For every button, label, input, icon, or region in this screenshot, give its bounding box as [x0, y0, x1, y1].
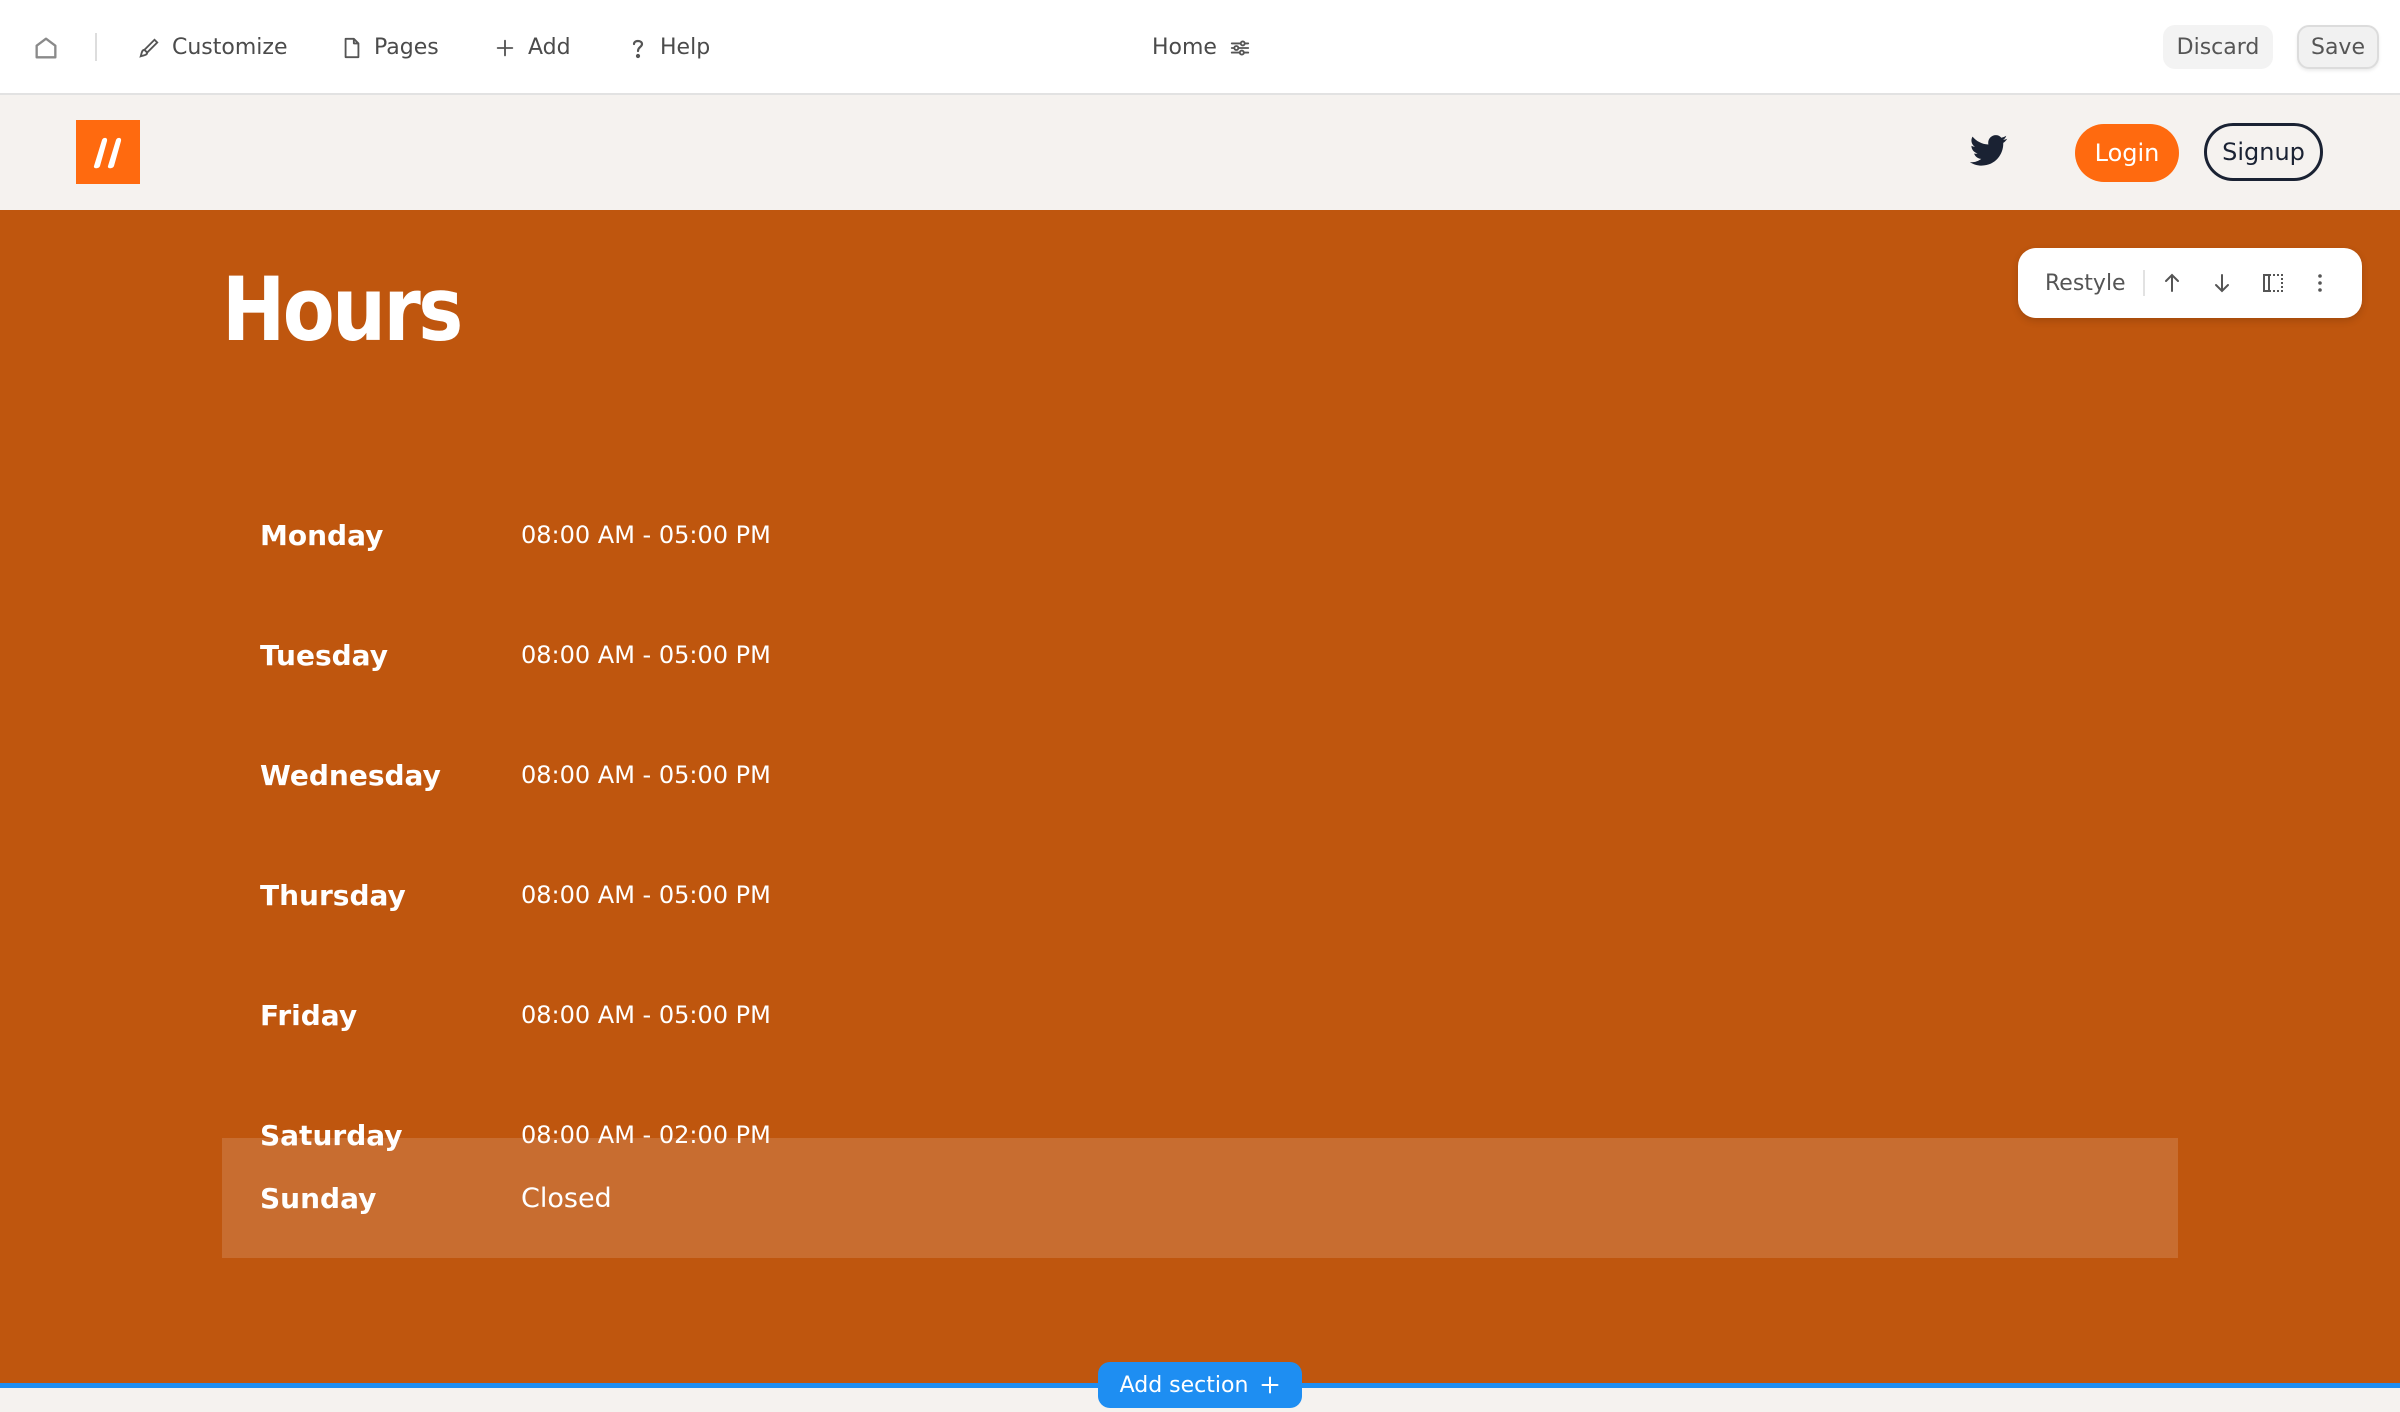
login-button[interactable]: Login — [2075, 124, 2179, 182]
restyle-button[interactable]: Restyle — [2045, 248, 2126, 318]
day-label: Sunday — [260, 1181, 377, 1215]
save-button[interactable]: Save — [2297, 25, 2379, 69]
time-range: 08:00 AM - 05:00 PM — [521, 1001, 771, 1029]
section-title: Hours — [222, 258, 463, 361]
hours-row-monday: Monday 08:00 AM - 05:00 PM — [222, 475, 2178, 595]
time-range: Closed — [521, 1182, 612, 1214]
page-settings-icon — [1230, 39, 1250, 56]
add-label: Add — [528, 35, 571, 60]
section-toolbar: Restyle — [2018, 248, 2362, 318]
twitter-icon[interactable] — [1970, 135, 2008, 167]
pages-label: Pages — [374, 35, 439, 60]
add-section-button[interactable]: Add section — [1098, 1362, 1302, 1408]
help-button[interactable]: Help — [628, 0, 710, 95]
time-range: 08:00 AM - 05:00 PM — [521, 521, 771, 549]
day-label: Monday — [260, 518, 384, 552]
pages-button[interactable]: Pages — [342, 0, 439, 95]
customize-button[interactable]: Customize — [138, 0, 287, 95]
discard-button[interactable]: Discard — [2163, 25, 2273, 69]
brush-icon — [139, 37, 159, 58]
editor-toolbar: Customize Pages Add Help Home Discard Sa… — [0, 0, 2400, 95]
home-icon — [35, 37, 57, 58]
add-section-label: Add section — [1119, 1372, 1249, 1398]
time-range: 08:00 AM - 05:00 PM — [521, 881, 771, 909]
plus-icon — [496, 39, 514, 56]
site-header: Login Signup — [0, 95, 2400, 210]
plus-icon — [1261, 1376, 1279, 1394]
hours-row-wednesday: Wednesday 08:00 AM - 05:00 PM — [222, 715, 2178, 835]
hours-row-tuesday: Tuesday 08:00 AM - 05:00 PM — [222, 595, 2178, 715]
logo-icon — [93, 137, 122, 169]
customize-label: Customize — [172, 35, 288, 60]
add-button[interactable]: Add — [494, 0, 571, 95]
time-range: 08:00 AM - 05:00 PM — [521, 761, 771, 789]
day-label: Tuesday — [260, 638, 388, 672]
time-range: 08:00 AM - 05:00 PM — [521, 641, 771, 669]
day-label: Thursday — [260, 878, 406, 912]
toolbar-divider — [2143, 270, 2145, 296]
home-button[interactable] — [32, 0, 60, 95]
question-icon — [632, 39, 644, 58]
page-icon — [344, 37, 360, 58]
current-page-label: Home — [1152, 35, 1217, 60]
arrow-up-icon[interactable] — [2160, 271, 2184, 295]
signup-button[interactable]: Signup — [2204, 123, 2323, 181]
day-label: Wednesday — [260, 758, 441, 792]
hours-section[interactable]: Hours Restyle Monday 08:00 AM - 05:00 PM… — [0, 210, 2400, 1384]
layout-icon[interactable] — [2261, 271, 2285, 295]
hours-row-thursday: Thursday 08:00 AM - 05:00 PM — [222, 835, 2178, 955]
day-label: Friday — [260, 998, 358, 1032]
toolbar-divider — [95, 33, 97, 61]
hours-row-friday: Friday 08:00 AM - 05:00 PM — [222, 955, 2178, 1075]
site-logo[interactable] — [76, 120, 140, 184]
more-vertical-icon[interactable] — [2308, 271, 2332, 295]
page-selector[interactable]: Home — [1152, 0, 1251, 95]
help-label: Help — [660, 35, 711, 60]
arrow-down-icon[interactable] — [2210, 271, 2234, 295]
hours-row-sunday: Sunday Closed — [222, 1138, 2178, 1258]
